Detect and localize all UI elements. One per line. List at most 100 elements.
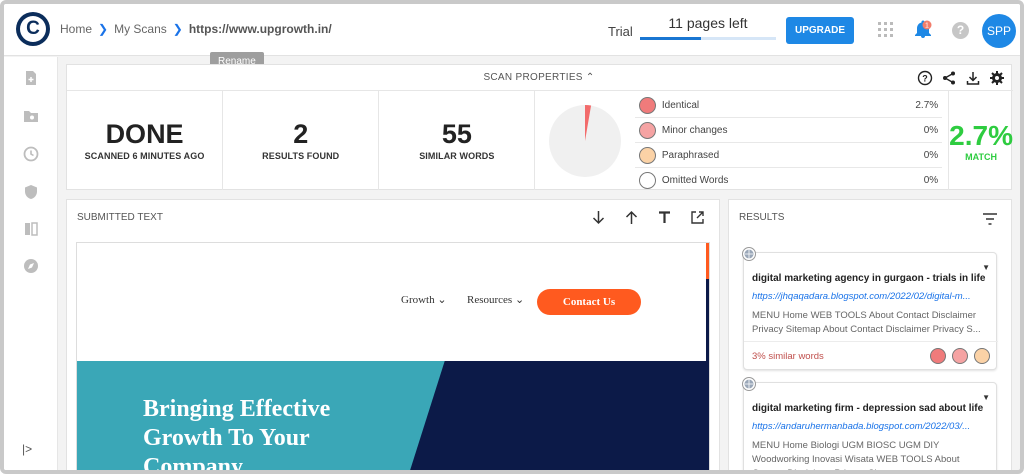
- filter-icon[interactable]: [983, 212, 997, 225]
- top-bar: C Home ❯ My Scans ❯ https://www.upgrowth…: [4, 4, 1020, 56]
- arrow-down-icon[interactable]: [591, 210, 606, 225]
- history-icon[interactable]: [22, 145, 40, 163]
- preview-nav-resources-label: Resources: [467, 294, 513, 306]
- website-preview[interactable]: Growth ⌄ Resources ⌄ Contact Us Bringing…: [76, 242, 710, 474]
- results-title: RESULTS: [739, 212, 785, 223]
- chevron-right-icon: ❯: [98, 22, 109, 36]
- legend-label: Omitted Words: [661, 175, 729, 186]
- copyleaks-logo[interactable]: C: [16, 12, 50, 46]
- result-description: MENU Home Biologi UGM BIOSC UGM DIY Wood…: [752, 440, 960, 474]
- result-similarity: 3% similar words: [752, 351, 824, 362]
- legend-percent: 0%: [923, 124, 939, 136]
- expand-sidebar-icon[interactable]: |>: [22, 442, 32, 456]
- sidebar: |>: [4, 57, 58, 470]
- legend-label: Paraphrased: [661, 149, 720, 161]
- legend-color-dot: [638, 96, 656, 114]
- status-cell: DONE SCANNED 6 MINUTES AGO: [67, 91, 224, 190]
- new-scan-icon[interactable]: [22, 69, 40, 87]
- paraphrased-dot: [974, 348, 990, 364]
- results-found-label: RESULTS FOUND: [262, 151, 340, 161]
- scan-status-label: SCANNED 6 MINUTES AGO: [84, 151, 205, 161]
- open-external-icon[interactable]: [690, 210, 705, 225]
- identical-dot: [930, 348, 946, 364]
- chevron-down-icon: ⌄: [514, 294, 525, 306]
- app-window: C Home ❯ My Scans ❯ https://www.upgrowth…: [0, 0, 1024, 474]
- preview-orange-accent: [706, 243, 709, 279]
- settings-gear-icon[interactable]: [989, 70, 1005, 86]
- compass-icon[interactable]: [22, 257, 40, 275]
- share-icon[interactable]: [941, 70, 957, 86]
- legend-row[interactable]: Minor changes 0%: [634, 118, 943, 143]
- pages-left-text: 11 pages left: [668, 15, 748, 31]
- similar-words-cell: 55 SIMILAR WORDS: [379, 91, 536, 190]
- match-pie-cell: [535, 91, 634, 190]
- logo-mark: C: [20, 16, 46, 42]
- scan-toolbar: ?: [917, 70, 1005, 86]
- pages-progress-fill: [640, 37, 702, 40]
- preview-nav-growth: Growth ⌄: [401, 293, 447, 306]
- legend-color-dot: [638, 172, 656, 189]
- scan-properties-toggle[interactable]: SCAN PROPERTIES ⌃: [67, 72, 1011, 83]
- legend-percent: 0%: [923, 149, 939, 161]
- download-icon[interactable]: [965, 70, 981, 86]
- pages-progress-bar: [640, 37, 776, 40]
- svg-text:?: ?: [922, 74, 928, 84]
- result-footer: 3% similar words: [744, 341, 998, 371]
- preview-contact-button: Contact Us: [537, 289, 641, 315]
- legend-percent: 0%: [923, 175, 939, 186]
- similar-words-value: 55: [441, 119, 472, 149]
- result-title: digital marketing agency in gurgaon - tr…: [752, 273, 986, 284]
- chevron-right-icon: ❯: [172, 22, 183, 36]
- help-circle-icon[interactable]: ?: [917, 70, 933, 86]
- legend-row[interactable]: Identical 2.7%: [634, 93, 943, 118]
- scan-properties-panel: SCAN PROPERTIES ⌃ ? DONE SCANNED 6 MINUT…: [66, 64, 1013, 190]
- globe-icon: [742, 247, 756, 261]
- result-url[interactable]: https://andaruhermanbada.blogspot.com/20…: [752, 421, 988, 432]
- legend-row[interactable]: Paraphrased 0%: [634, 143, 943, 168]
- legend-percent: 2.7%: [915, 99, 939, 111]
- chevron-down-icon: ⌄: [437, 294, 447, 306]
- shield-icon[interactable]: [22, 183, 40, 201]
- scan-summary-row: DONE SCANNED 6 MINUTES AGO 2 RESULTS FOU…: [67, 90, 1013, 190]
- legend-label: Identical: [661, 99, 700, 111]
- avatar[interactable]: SPP: [982, 14, 1016, 48]
- result-card[interactable]: ▼ digital marketing firm - depression sa…: [742, 377, 997, 474]
- text-mode-icon[interactable]: [657, 210, 672, 225]
- results-found-cell: 2 RESULTS FOUND: [223, 91, 380, 190]
- legend-row[interactable]: Omitted Words 0%: [635, 168, 942, 193]
- match-label: MATCH: [965, 151, 997, 162]
- bell-icon[interactable]: 1: [912, 19, 934, 41]
- similarity-legend: Identical 2.7% Minor changes 0% Paraphrased 0…: [634, 91, 950, 193]
- help-icon[interactable]: ?: [952, 22, 969, 39]
- card-menu-caret-icon[interactable]: ▼: [982, 263, 990, 272]
- result-card[interactable]: ▼ digital marketing agency in gurgaon - …: [742, 247, 998, 371]
- legend-color-dot: [638, 121, 656, 139]
- breadcrumb-my-scans[interactable]: My Scans: [114, 22, 167, 36]
- breadcrumb-scan-url[interactable]: https://www.upgrowth.in/: [189, 22, 332, 36]
- scan-properties-title: SCAN PROPERTIES: [483, 72, 583, 83]
- breadcrumb-home[interactable]: Home: [60, 22, 92, 36]
- preview-nav-growth-label: Growth: [401, 294, 435, 306]
- similar-words-label: SIMILAR WORDS: [419, 151, 495, 161]
- submitted-toolbar: [591, 210, 705, 225]
- preview-hero-heading: Bringing Effective Growth To Your Compan…: [143, 396, 331, 474]
- preview-nav-resources: Resources ⌄: [467, 293, 524, 306]
- result-match-types: [930, 348, 990, 364]
- card-menu-caret-icon[interactable]: ▼: [982, 393, 990, 402]
- folder-icon[interactable]: [22, 107, 40, 125]
- scan-status-value: DONE: [105, 119, 184, 149]
- results-found-value: 2: [293, 119, 309, 149]
- notification-count: 1: [925, 23, 929, 30]
- grid-icon[interactable]: [878, 22, 893, 37]
- submitted-text-title: SUBMITTED TEXT: [77, 212, 163, 223]
- upgrade-button[interactable]: UPGRADE: [786, 17, 854, 44]
- trial-label: Trial: [608, 24, 633, 39]
- arrow-up-icon[interactable]: [624, 210, 639, 225]
- result-url[interactable]: https://jhqaqadara.blogspot.com/2022/02/…: [752, 291, 988, 302]
- results-panel: RESULTS ▼ digital marketing agency in gu…: [728, 199, 1012, 474]
- compare-icon[interactable]: [22, 220, 40, 238]
- legend-label: Minor changes: [661, 124, 728, 136]
- breadcrumb: Home ❯ My Scans ❯ https://www.upgrowth.i…: [60, 22, 332, 36]
- result-description: MENU Home WEB TOOLS About Contact Discla…: [752, 310, 981, 335]
- legend-color-dot: [638, 146, 656, 164]
